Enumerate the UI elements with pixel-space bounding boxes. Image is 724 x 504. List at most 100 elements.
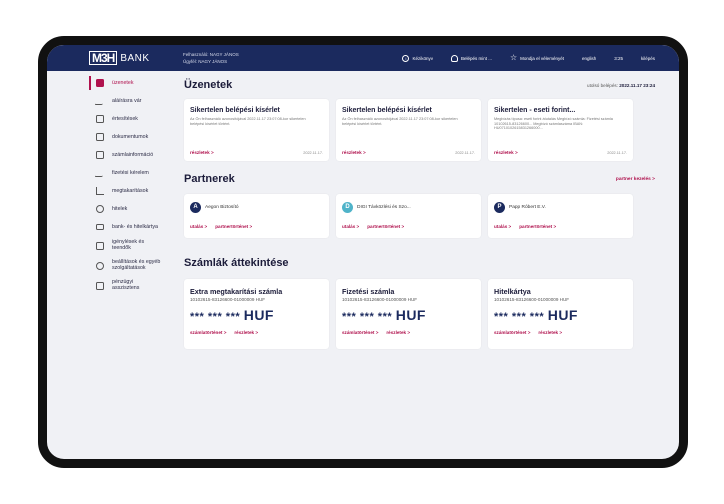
account-card[interactable]: Hitelkártya 10102615-83126600-01000009 H… — [488, 279, 633, 349]
account-details-link[interactable]: részletek > — [234, 330, 258, 335]
chart-icon — [96, 187, 104, 195]
sidebar: üzenetek aláírásra vár értesítések dokum… — [89, 71, 175, 459]
partner-card[interactable]: D DIGI Távközlési és Szo... utalás > par… — [336, 194, 481, 238]
feedback-button[interactable]: ☆ Mondja el véleményét — [510, 54, 564, 62]
sidebar-item-documents[interactable]: dokumentumok — [89, 128, 175, 146]
bank-logo[interactable]: M3H BANK — [89, 51, 150, 65]
account-links: számlatörténet > részletek > — [494, 330, 562, 335]
sidebar-item-payment-request[interactable]: fizetési kérelem — [89, 164, 175, 182]
account-number: 10102615-83126600-01000009 HUF — [342, 297, 418, 302]
message-body: Az Ön felhasználó azonosítójával 2022.11… — [342, 117, 458, 126]
partner-links: utalás > partnertörténet > — [494, 224, 556, 229]
partner-avatar: A — [190, 202, 201, 213]
messages-header: Üzenetek utolsó belépés: 2022.11.17 23:2… — [184, 79, 655, 91]
sidebar-item-label: hitelek — [112, 206, 128, 212]
message-details-link[interactable]: részletek > — [494, 150, 518, 155]
sidebar-item-requests[interactable]: igénylések és teendők — [89, 236, 175, 256]
message-body: Megbízás típusa: eseti forint átutalás M… — [494, 117, 613, 131]
sidebar-item-cards[interactable]: bank- és hitelkártya — [89, 218, 175, 236]
account-title: Extra megtakarítási számla — [190, 287, 283, 296]
message-date: 2022.11.17. — [455, 151, 475, 155]
message-body: Az Ön felhasználó azonosítójával 2022.11… — [190, 117, 306, 126]
partner-history-link[interactable]: partnertörténet > — [519, 224, 556, 229]
logout-button[interactable]: kilépés — [641, 56, 655, 61]
top-bar: M3H BANK Felhasználó: NAGY JÁNOS Ügyfél:… — [47, 45, 679, 71]
language-button[interactable]: english — [582, 56, 596, 61]
account-balance: *** *** *** HUF — [342, 307, 426, 323]
top-actions: i Kézikönyv Belépés mint ... ☆ Mondja el… — [402, 45, 655, 71]
sidebar-item-loans[interactable]: hitelek — [89, 200, 175, 218]
last-login-value: 2022.11.17 23:24 — [619, 82, 655, 88]
partner-name: Papp Róbert E.V. — [509, 205, 546, 210]
alert-icon — [96, 115, 104, 123]
message-card[interactable]: Sikertelen - eseti forint... Megbízás tí… — [488, 99, 633, 161]
partner-name: DIGI Távközlési és Szo... — [357, 205, 411, 210]
client-line: Ügyfél: NAGY JÁNOS — [183, 58, 228, 64]
partners-header: Partnerek partner kezelés > — [184, 173, 655, 185]
account-title: Fizetési számla — [342, 287, 395, 296]
message-title: Sikertelen belépési kísérlet — [342, 107, 432, 114]
account-details-link[interactable]: részletek > — [386, 330, 410, 335]
account-history-link[interactable]: számlatörténet > — [494, 330, 530, 335]
transfer-link[interactable]: utalás > — [342, 224, 359, 229]
message-card[interactable]: Sikertelen belépési kísérlet Az Ön felha… — [184, 99, 329, 161]
sidebar-item-label: pénzügyi asszisztens — [112, 279, 140, 291]
sidebar-item-signature[interactable]: aláírásra vár — [89, 92, 175, 110]
partner-avatar: D — [342, 202, 353, 213]
chat-icon — [96, 282, 104, 290]
message-details-link[interactable]: részletek > — [190, 150, 214, 155]
account-number: 10102615-83126600-01000009 HUF — [494, 297, 570, 302]
accounts-header: Számlák áttekintése — [184, 257, 655, 269]
account-card[interactable]: Fizetési számla 10102615-83126600-010000… — [336, 279, 481, 349]
device-frame: M3H BANK Felhasználó: NAGY JÁNOS Ügyfél:… — [38, 36, 688, 468]
transfer-link[interactable]: utalás > — [494, 224, 511, 229]
login-as-button[interactable]: Belépés mint ... — [450, 54, 492, 62]
balance-mask: *** *** *** — [494, 311, 545, 323]
sidebar-item-label: számlainformáció — [112, 152, 154, 158]
message-date: 2022.11.17. — [607, 151, 627, 155]
message-title: Sikertelen belépési kísérlet — [190, 107, 280, 114]
account-details-link[interactable]: részletek > — [538, 330, 562, 335]
manual-label: Kézikönyv — [412, 55, 433, 61]
info-icon: i — [402, 54, 410, 62]
account-card[interactable]: Extra megtakarítási számla 10102615-8312… — [184, 279, 329, 349]
sidebar-item-notifications[interactable]: értesítések — [89, 110, 175, 128]
partner-history-link[interactable]: partnertörténet > — [215, 224, 252, 229]
balance-mask: *** *** *** — [342, 311, 393, 323]
balance-currency: HUF — [243, 307, 274, 323]
manual-button[interactable]: i Kézikönyv — [402, 54, 433, 62]
sidebar-item-account-info[interactable]: számlainformáció — [89, 146, 175, 164]
sidebar-item-settings[interactable]: beállítások és egyéb szolgáltatások — [89, 256, 175, 276]
feedback-label: Mondja el véleményét — [520, 55, 564, 61]
account-history-link[interactable]: számlatörténet > — [342, 330, 378, 335]
transfer-link[interactable]: utalás > — [190, 224, 207, 229]
account-number: 10102615-83126600-01000009 HUF — [190, 297, 266, 302]
sidebar-item-label: megtakarítások — [112, 188, 149, 194]
accounts-title: Számlák áttekintése — [184, 257, 289, 269]
task-icon — [96, 242, 104, 250]
message-date: 2022.11.17. — [303, 151, 323, 155]
user-icon — [450, 54, 458, 62]
sidebar-item-label: beállítások és egyéb szolgáltatások — [112, 259, 161, 271]
logo-mark: M3H — [89, 51, 118, 65]
main-content: Üzenetek utolsó belépés: 2022.11.17 23:2… — [184, 71, 655, 459]
sidebar-item-messages[interactable]: üzenetek — [89, 74, 175, 92]
partner-manage-link[interactable]: partner kezelés > — [616, 177, 655, 182]
message-details-link[interactable]: részletek > — [342, 150, 366, 155]
timer-label: 3:25 — [614, 55, 623, 61]
last-login-label: utolsó belépés: — [587, 82, 618, 88]
user-info: Felhasználó: NAGY JÁNOS Ügyfél: NAGY JÁN… — [183, 52, 239, 65]
partner-card[interactable]: P Papp Róbert E.V. utalás > partnertörté… — [488, 194, 633, 238]
account-history-link[interactable]: számlatörténet > — [190, 330, 226, 335]
sidebar-item-savings[interactable]: megtakarítások — [89, 182, 175, 200]
partner-links: utalás > partnertörténet > — [190, 224, 252, 229]
partner-history-link[interactable]: partnertörténet > — [367, 224, 404, 229]
sidebar-item-assistant[interactable]: pénzügyi asszisztens — [89, 276, 175, 296]
login-as-label: Belépés mint ... — [460, 55, 492, 61]
partner-card[interactable]: A Aegon Biztosító utalás > partnertörtén… — [184, 194, 329, 238]
message-card[interactable]: Sikertelen belépési kísérlet Az Ön felha… — [336, 99, 481, 161]
partners-title: Partnerek — [184, 173, 235, 185]
account-icon — [96, 151, 104, 159]
loan-icon — [96, 205, 104, 213]
account-balance: *** *** *** HUF — [190, 307, 274, 323]
